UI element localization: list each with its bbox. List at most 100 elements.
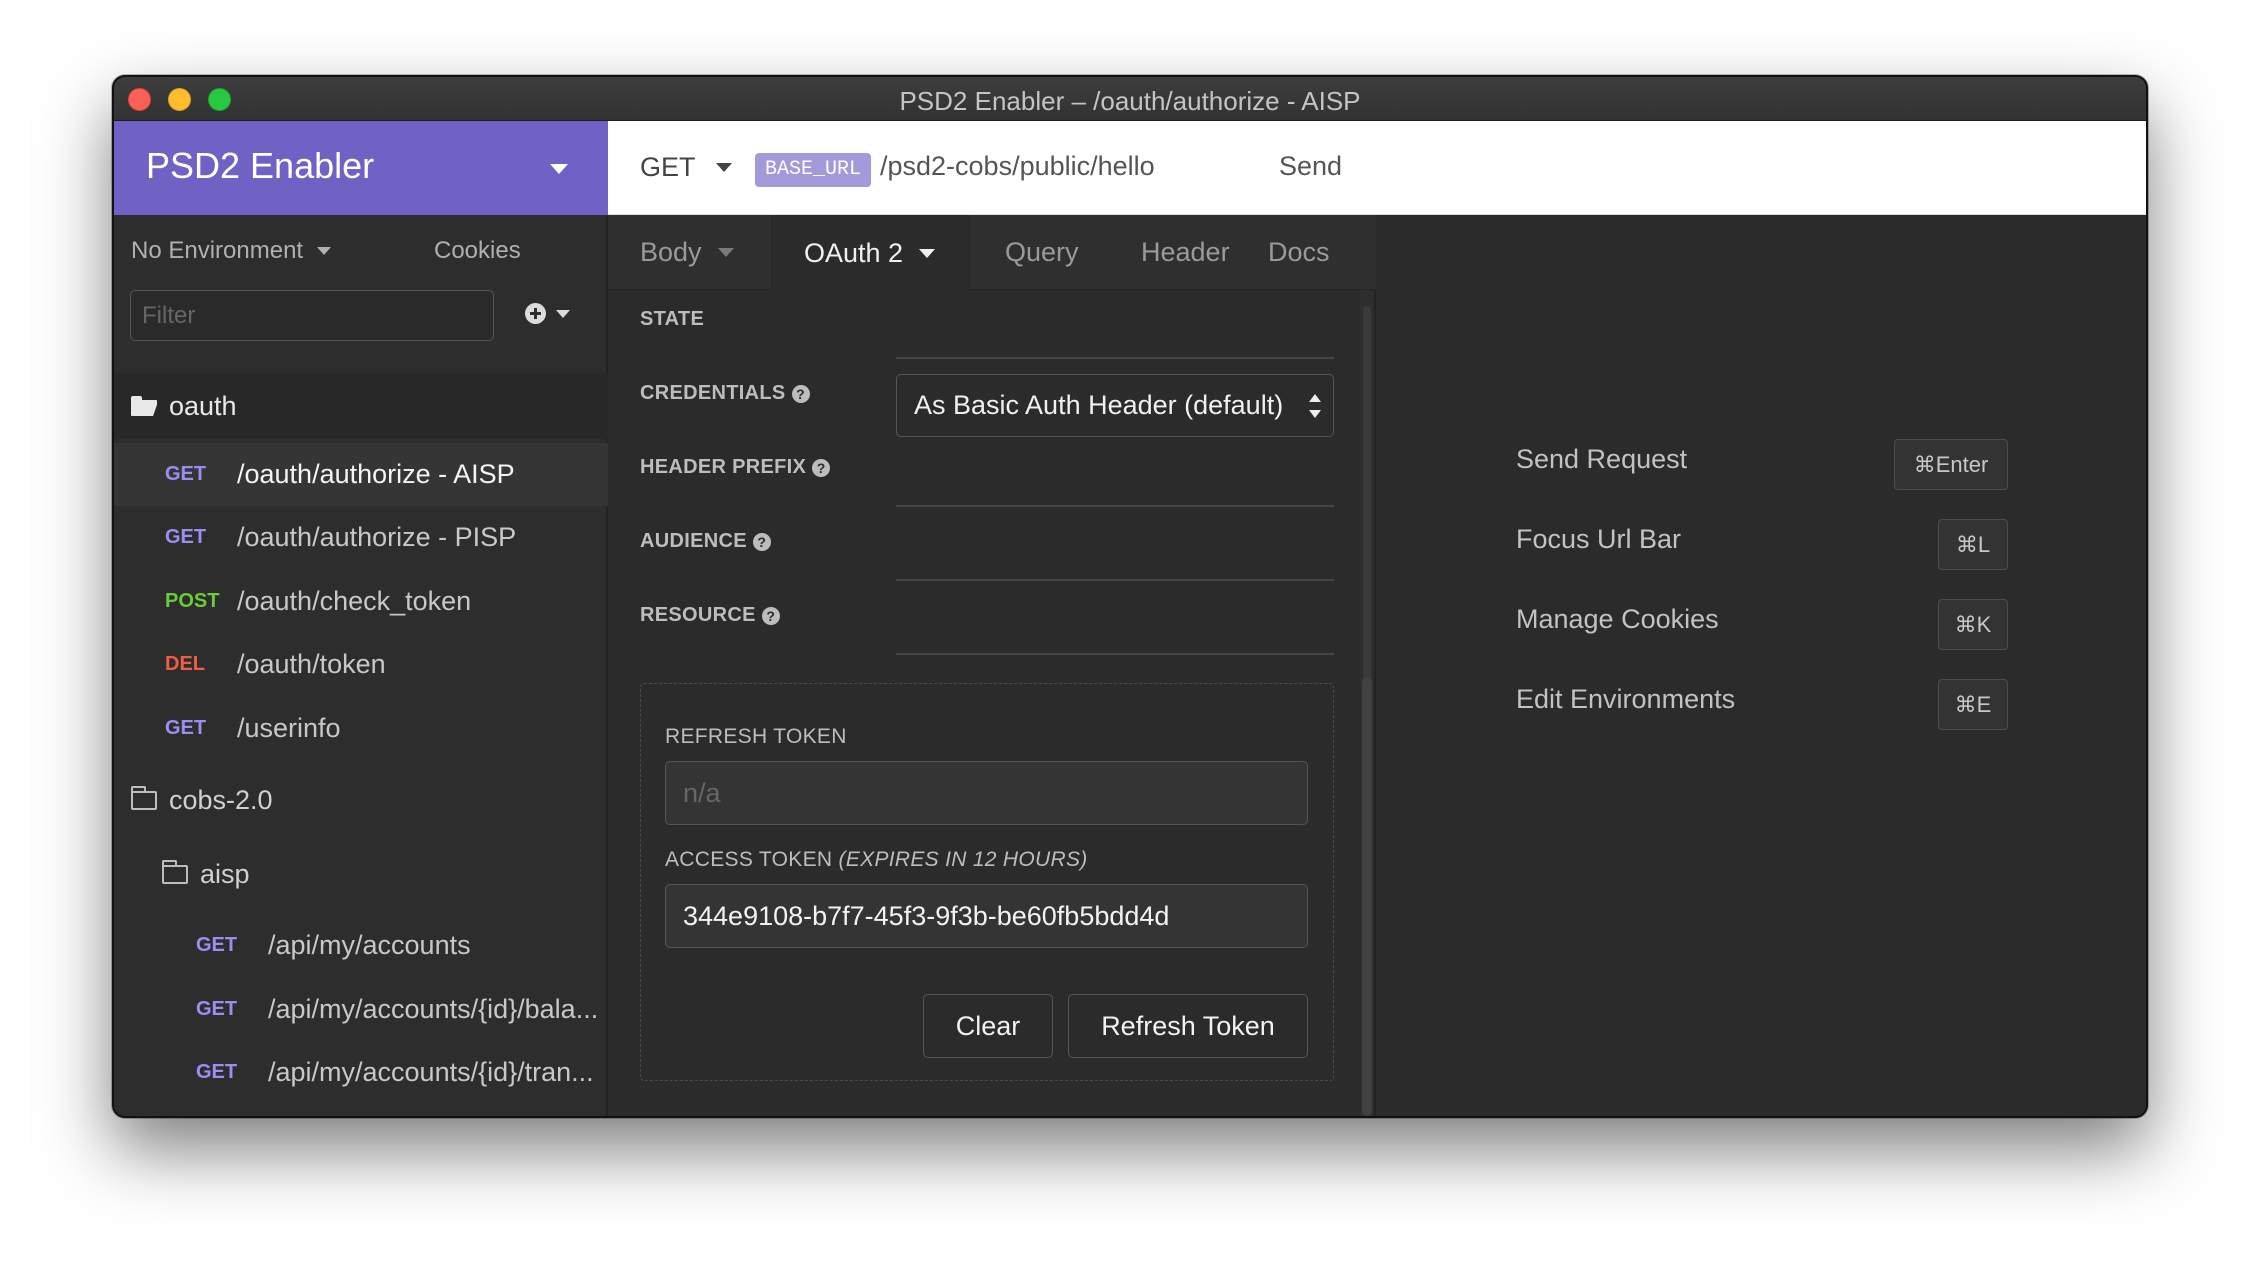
request-item[interactable]: GET /api/my/accounts/{id}/bala... [114,978,608,1041]
tab-oauth2[interactable]: OAuth 2 [771,215,970,291]
shortcut-key: ⌘Enter [1894,439,2008,490]
credentials-label: CREDENTIALS ? [640,382,810,405]
tab-body[interactable]: Body [640,215,734,290]
shortcut-edit-environments: Edit Environments [1516,684,1736,714]
tab-header[interactable]: Header [1141,215,1230,290]
request-item[interactable]: DEL /oauth/token [114,633,608,696]
resource-input[interactable] [896,653,1334,655]
request-name: /oauth/token [237,649,386,679]
shortcut-key: ⌘E [1938,679,2008,730]
help-icon[interactable]: ? [761,606,780,625]
state-label: STATE [640,308,705,330]
url-bar: GET BASE_URL /psd2-cobs/public/hello Sen… [608,121,1376,215]
method-badge: GET [196,998,238,1020]
request-tabs: Body OAuth 2 Query Header Docs [608,215,1376,291]
method-dropdown[interactable]: GET [640,152,732,183]
clear-button[interactable]: Clear [923,994,1053,1058]
tab-label: Body [640,237,702,267]
refresh-token-label: REFRESH TOKEN [665,725,847,748]
add-request-button[interactable] [525,303,570,324]
credentials-label-text: CREDENTIALS [640,382,786,404]
chevron-down-icon [715,163,732,172]
header-prefix-label: HEADER PREFIX ? [640,456,831,479]
help-icon[interactable]: ? [752,532,771,551]
tab-query[interactable]: Query [1005,215,1079,290]
access-token-expiry: (EXPIRES IN 12 HOURS) [838,848,1088,871]
request-name: /oauth/check_token [237,586,472,616]
response-header [1376,121,2146,215]
request-name: /oauth/authorize - PISP [237,522,517,552]
audience-label-text: AUDIENCE [640,530,747,552]
method-badge: GET [165,717,207,739]
folder-cobs[interactable]: cobs-2.0 [114,767,608,833]
method-badge: POST [165,590,220,612]
method-label: GET [640,152,696,182]
select-arrows-icon [1309,394,1321,418]
method-badge: GET [196,1061,238,1083]
env-variable-tag[interactable]: BASE_URL [755,153,872,187]
header-prefix-label-text: HEADER PREFIX [640,456,807,478]
request-name: /userinfo [237,713,341,743]
request-pane: GET BASE_URL /psd2-cobs/public/hello Sen… [608,121,1376,1116]
method-badge: GET [196,934,238,956]
token-panel: REFRESH TOKEN ACCESS TOKEN (EXPIRES IN 1… [640,683,1334,1081]
folder-closed-icon [131,785,157,810]
help-icon[interactable]: ? [812,458,831,477]
folder-label: aisp [200,858,250,889]
request-name: /oauth/authorize - AISP [237,459,515,489]
environment-dropdown[interactable]: No Environment [131,237,332,265]
resource-label-text: RESOURCE [640,604,756,626]
access-token-label: ACCESS TOKEN (EXPIRES IN 12 HOURS) [665,848,1088,872]
workspace-title: PSD2 Enabler [146,145,375,186]
audience-input[interactable] [896,579,1334,581]
request-item[interactable]: GET /api/my/accounts/{id}/tran... [114,1041,608,1104]
method-badge: GET [165,463,207,485]
credentials-select[interactable]: As Basic Auth Header (default) [896,374,1334,437]
folder-label: cobs-2.0 [169,784,273,815]
shortcut-send-request: Send Request [1516,444,1688,474]
folder-label: oauth [169,390,237,421]
access-token-label-text: ACCESS TOKEN [665,848,833,871]
resource-label: RESOURCE ? [640,604,780,627]
request-item[interactable]: GET /oauth/authorize - PISP [114,506,608,569]
scrollbar[interactable] [1360,290,1374,1116]
oauth2-form: STATE CREDENTIALS ? As Basic Auth Header… [608,290,1376,1116]
request-item[interactable]: GET /userinfo [114,697,608,760]
folder-aisp[interactable]: aisp [114,841,608,907]
chevron-down-icon [556,309,570,318]
access-token-input[interactable] [665,884,1308,948]
folder-closed-icon [162,859,188,884]
refresh-token-input[interactable] [665,761,1308,825]
workspace-dropdown[interactable]: PSD2 Enabler [114,121,608,215]
chevron-down-icon [717,248,734,257]
tab-docs[interactable]: Docs [1268,215,1330,290]
chevron-down-icon [919,248,936,258]
request-item[interactable]: GET /api/my/accounts [114,914,608,977]
method-badge: DEL [165,653,205,675]
folder-open-icon [131,396,157,416]
header-prefix-input[interactable] [896,505,1334,507]
response-pane: Send Request ⌘Enter Focus Url Bar ⌘L Man… [1376,121,2146,1116]
credentials-value: As Basic Auth Header (default) [914,390,1284,420]
url-input[interactable]: /psd2-cobs/public/hello [880,151,1155,182]
plus-circle-icon [525,303,546,324]
shortcut-manage-cookies: Manage Cookies [1516,604,1719,634]
request-item[interactable]: POST /oauth/check_token [114,570,608,633]
sidebar: PSD2 Enabler No Environment Cookies oaut… [114,121,608,1116]
window-title: PSD2 Enabler – /oauth/authorize - AISP [899,86,1361,116]
request-item[interactable]: GET /oauth/authorize - AISP [114,443,608,506]
shortcut-key: ⌘L [1938,519,2008,570]
method-badge: GET [165,526,207,548]
tab-label: OAuth 2 [804,237,904,268]
refresh-token-button[interactable]: Refresh Token [1068,994,1308,1058]
folder-oauth[interactable]: oauth [114,373,608,439]
request-name: /api/my/accounts/{id}/tran... [268,1057,594,1087]
scrollbar-thumb[interactable] [1362,677,1372,1116]
title-bar: PSD2 Enabler – /oauth/authorize - AISP [114,77,2146,121]
state-input[interactable] [896,357,1334,359]
audience-label: AUDIENCE ? [640,530,771,553]
cookies-button[interactable]: Cookies [434,237,521,265]
send-button[interactable]: Send [1279,151,1342,182]
filter-input[interactable] [130,290,494,341]
help-icon[interactable]: ? [791,384,810,403]
